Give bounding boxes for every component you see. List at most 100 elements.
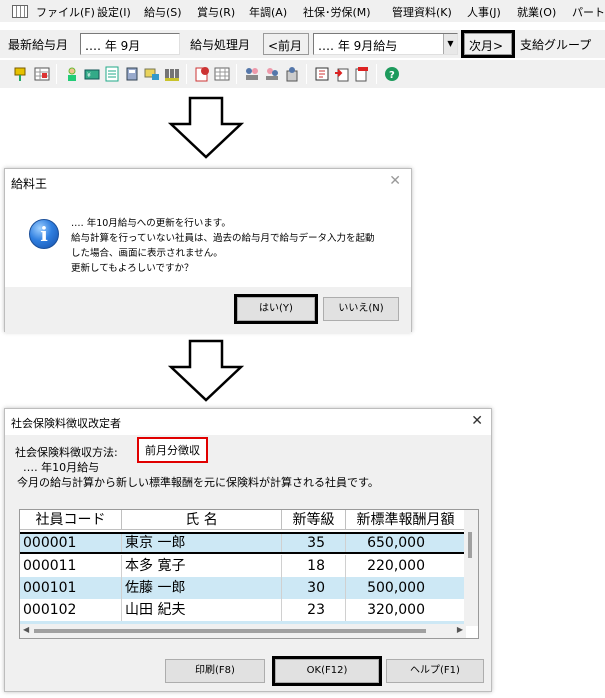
cell-code: 000001 [20,534,122,552]
message-line: した場合、画面に表示されません。 [71,248,223,259]
table-row[interactable]: 000101 佐藤 一郎 30 500,000 [20,577,466,599]
horizontal-scrollbar[interactable]: ◀ ▶ [20,624,466,638]
cell-name: 本多 寛子 [122,555,282,577]
menu-year-end[interactable]: 年調(A) [249,4,287,20]
info-icon: i [29,219,59,249]
cell-grade: 30 [282,577,346,599]
dialog-title-bar: 社会保険料徴収改定者 ✕ [5,409,491,435]
toolbar-separator [376,64,377,84]
menu-salary[interactable]: 給与(S) [144,4,182,20]
description-text: 今月の給与計算から新しい標準報酬を元に保険料が計算される社員です。 [17,476,379,489]
menu-attendance[interactable]: 就業(O) [517,4,556,20]
cell-amount: 320,000 [346,599,466,621]
calculator-icon[interactable] [124,66,140,82]
toolbar-separator [236,64,237,84]
prev-month-button[interactable]: <前月 [263,33,309,55]
dialog-title: 給料王 [11,177,48,191]
column-header-code[interactable]: 社員コード [20,510,122,530]
column-header-amount[interactable]: 新標準報酬月額 [346,510,466,530]
export-icon[interactable] [354,66,370,82]
pay-group-label: 支給グループ [520,38,592,52]
menu-social-insurance[interactable]: 社保･労保(M) [303,4,371,20]
table-icon[interactable] [214,66,230,82]
menu-bar: ファイル(F) 設定(I) 給与(S) 賞与(R) 年調(A) 社保･労保(M)… [0,0,605,22]
month-toolbar: 最新給与月 ‥‥ 年 9月 給与処理月 <前月 ‥‥ 年 9月給与 ▼ 次月> … [0,30,605,58]
import-icon[interactable] [334,66,350,82]
table-row[interactable]: 000001 東京 一郎 35 650,000 [20,532,466,554]
ok-button[interactable]: OK(F12) [272,656,382,686]
cell-name: 東京 一郎 [122,534,282,552]
help-button[interactable]: ヘルプ(F1) [386,659,484,683]
menu-settings[interactable]: 設定(I) [97,4,131,20]
dialog-footer: はい(Y) いいえ(N) [5,287,411,333]
menu-reports[interactable]: 管理資料(K) [392,4,452,20]
down-arrow-icon [168,96,244,159]
close-icon[interactable]: ✕ [471,413,483,429]
cell-amount: 500,000 [346,577,466,599]
cell-code: 000011 [20,555,122,577]
processing-month-label: 給与処理月 [190,38,251,52]
barcode-icon[interactable] [164,66,180,82]
toolbar-separator [56,64,57,84]
dropdown-arrow-icon[interactable]: ▼ [443,34,457,54]
bonus-icon[interactable] [144,66,160,82]
method-label: 社会保険料徴収方法: [15,446,118,459]
dialog-title-bar: 給料王 ✕ [5,169,411,195]
toolbar-separator [306,64,307,84]
insurance-revision-dialog: 社会保険料徴収改定者 ✕ 社会保険料徴収方法: 前月分徴収 ‥‥ 年10月給与 … [4,408,492,692]
dialog-body: i ‥‥ 年10月給与への更新を行います。 給与計算を行っていない社員は、過去の… [5,195,411,287]
method-value: 前月分徴収 [137,437,208,463]
svg-text:¥: ¥ [87,72,91,79]
cell-amount: 220,000 [346,555,466,577]
labor-insurance-icon[interactable] [264,66,280,82]
table-row[interactable]: 000011 本多 寛子 18 220,000 [20,555,466,577]
message-line: 更新してもよろしいですか？ [71,263,194,274]
dialog-title: 社会保険料徴収改定者 [11,417,121,430]
salary-sheet-icon[interactable] [104,66,120,82]
building-icon[interactable] [284,66,300,82]
vertical-scrollbar[interactable] [464,510,478,626]
menu-bonus[interactable]: 賞与(R) [197,4,235,20]
column-header-name[interactable]: 氏 名 [122,510,282,530]
cell-name: 山田 紀夫 [122,599,282,621]
message-line: 給与計算を行っていない社員は、過去の給与月で給与データ入力を起動 [71,233,375,244]
scrollbar-thumb[interactable] [468,532,472,558]
processing-month-value: ‥‥ 年 9月給与 [318,39,398,53]
help-icon[interactable]: ? [384,66,400,82]
print-button[interactable]: 印刷(F8) [165,659,265,683]
employee-table[interactable]: 社員コード 氏 名 新等級 新標準報酬月額 000001 東京 一郎 35 65… [19,509,479,639]
person-icon[interactable] [64,66,80,82]
book-icon[interactable] [314,66,330,82]
insurance-icon[interactable] [244,66,260,82]
down-arrow-icon [168,339,244,402]
cell-code: 000101 [20,577,122,599]
employee-pin-icon[interactable] [12,66,28,82]
grid-select-icon[interactable] [34,66,50,82]
app-grid-icon [12,5,28,18]
report-icon[interactable] [194,66,210,82]
update-confirm-dialog: 給料王 ✕ i ‥‥ 年10月給与への更新を行います。 給与計算を行っていない社… [4,168,412,333]
cell-grade: 35 [282,534,346,552]
latest-month-label: 最新給与月 [8,38,69,52]
month-line: ‥‥ 年10月給与 [23,461,100,474]
close-icon[interactable]: ✕ [389,173,401,189]
next-month-button[interactable]: 次月> [461,30,515,58]
svg-text:?: ? [389,70,395,81]
menu-part-time[interactable]: パート [572,4,605,20]
scrollbar-thumb[interactable] [34,629,426,633]
scroll-right-icon[interactable]: ▶ [457,625,463,634]
no-button[interactable]: いいえ(N) [323,297,399,321]
cell-code: 000102 [20,599,122,621]
toolbar-separator [186,64,187,84]
cell-name: 佐藤 一郎 [122,577,282,599]
processing-month-select[interactable]: ‥‥ 年 9月給与 ▼ [313,33,458,55]
table-row[interactable]: 000102 山田 紀夫 23 320,000 [20,599,466,621]
menu-file[interactable]: ファイル(F) [36,4,95,20]
message-line: ‥‥ 年10月給与への更新を行います。 [71,218,231,229]
menu-personnel[interactable]: 人事(J) [467,4,501,20]
scroll-left-icon[interactable]: ◀ [23,625,29,634]
cell-grade: 23 [282,599,346,621]
column-header-grade[interactable]: 新等級 [282,510,346,530]
salary-entry-icon[interactable]: ¥ [84,66,100,82]
yes-button[interactable]: はい(Y) [234,294,318,324]
